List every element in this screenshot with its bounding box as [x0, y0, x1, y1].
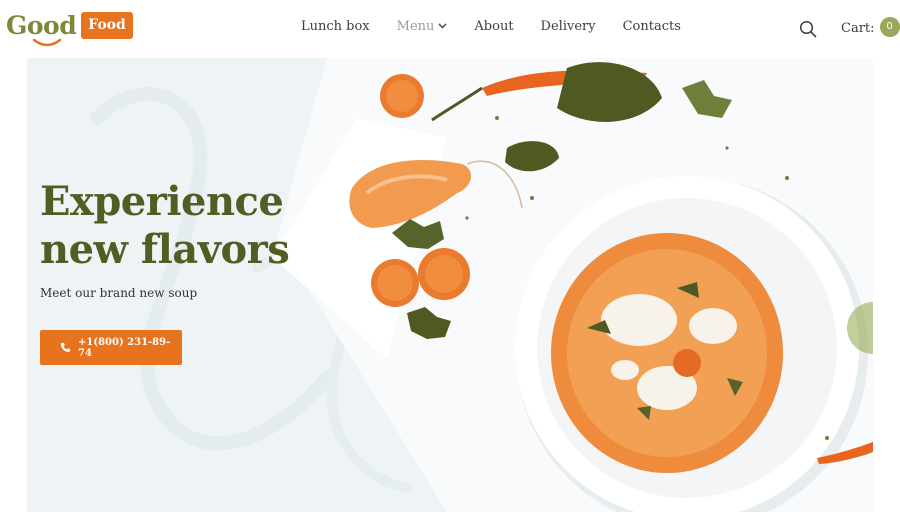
nav-item-menu-label: Menu: [396, 19, 435, 34]
hero-title-line-1: Experience: [40, 178, 284, 225]
logo-badge-food: Food: [81, 12, 133, 39]
nav-item-about[interactable]: About: [474, 19, 513, 34]
hero-subtitle: Meet our brand new soup: [40, 286, 198, 300]
nav-item-menu[interactable]: Menu: [397, 19, 448, 34]
chevron-down-icon: [438, 23, 447, 29]
site-header: Good Food Lunch box Menu About Delivery …: [0, 0, 900, 58]
cart-label: Cart:: [841, 20, 875, 36]
call-phone-label: +1(800) 231-89-74: [78, 336, 171, 359]
phone-icon: [60, 342, 71, 353]
logo-smile-icon: [32, 38, 62, 47]
cart-count-badge: 0: [879, 17, 900, 37]
search-icon[interactable]: [799, 20, 817, 38]
hero-food-illustration: [90, 58, 873, 512]
nav-item-contacts[interactable]: Contacts: [623, 19, 681, 34]
hero-title: Experience new flavors: [40, 178, 290, 274]
hero-banner: Experience new flavors Meet our brand ne…: [27, 58, 873, 512]
logo[interactable]: Good Food: [6, 9, 133, 49]
logo-text-good: Good: [6, 11, 77, 40]
nav-item-delivery[interactable]: Delivery: [541, 19, 596, 34]
call-phone-button[interactable]: +1(800) 231-89-74: [40, 330, 182, 365]
nav-item-lunch-box[interactable]: Lunch box: [301, 19, 370, 34]
main-nav: Lunch box Menu About Delivery Contacts: [301, 19, 681, 34]
cart-button[interactable]: Cart: 0: [841, 17, 900, 37]
hero-title-line-2: new flavors: [40, 226, 290, 273]
